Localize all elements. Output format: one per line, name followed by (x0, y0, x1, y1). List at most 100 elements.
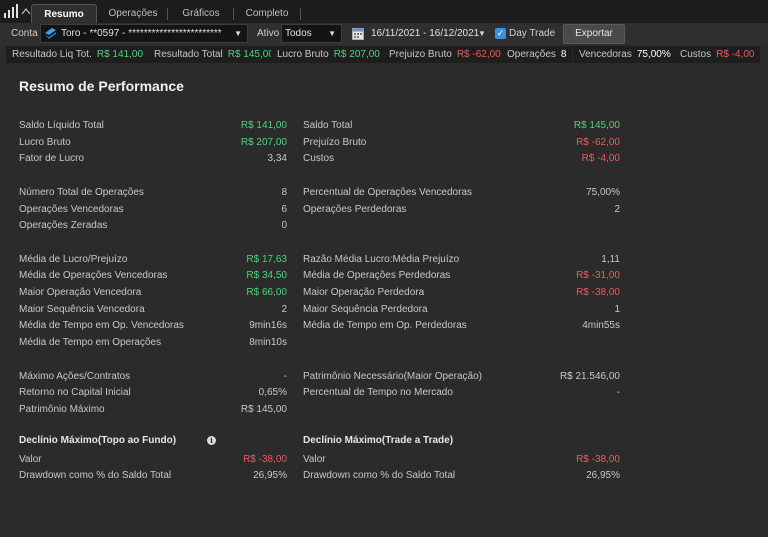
metric-value: - (616, 387, 620, 398)
metric-value: 26,95% (586, 470, 620, 481)
page-title: Resumo de Performance (19, 78, 184, 94)
metric-value: 1,11 (601, 254, 620, 265)
conta-value: Toro - **0597 - ************************ (61, 28, 222, 39)
metric-row: Máximo Ações/Contratos - (19, 370, 287, 384)
date-range[interactable]: 16/11/2021 - 16/12/2021 (371, 28, 479, 39)
metric-value: R$ -38,00 (576, 454, 620, 465)
metric-row: Saldo Total R$ 145,00 (303, 119, 620, 133)
metric-label: Maior Sequência Vencedora (19, 304, 145, 315)
metric-row: Prejuízo Bruto R$ -62,00 (303, 136, 620, 150)
metric-value: R$ 66,00 (246, 287, 287, 298)
metric-label: Retorno no Capital Inicial (19, 387, 131, 398)
metric-value: R$ -62,00 (576, 137, 620, 148)
performance-summary-panel: Resumo de Performance Saldo Líquido Tota… (0, 64, 768, 537)
metric-value: 0 (281, 220, 287, 231)
metric-label: Operações Vencedoras (19, 204, 124, 215)
metric-label: Maior Operação Perdedora (303, 287, 425, 298)
chevron-down-icon: ▼ (234, 29, 242, 38)
metric-row: Patrimônio Máximo R$ 145,00 (19, 403, 287, 417)
metric-value: R$ 17,63 (246, 254, 287, 265)
metric-value: R$ 145,00 (573, 120, 620, 131)
ativo-label: Ativo (257, 28, 280, 39)
metric-value: R$ 141,00 (240, 120, 287, 131)
metric-row: Média de Tempo em Op. Perdedoras 4min55s (303, 319, 620, 333)
tab-operacoes[interactable]: Operações (100, 4, 166, 23)
metric-row: Percentual de Operações Vencedoras 75,00% (303, 186, 620, 200)
metric-value: R$ -38,00 (576, 287, 620, 298)
section-title: Declínio Máximo(Trade a Trade) (303, 435, 454, 446)
metric-row: Drawdown como % do Saldo Total 26,95% (19, 469, 287, 483)
metric-label: Custos (303, 153, 335, 164)
metric-value: 26,95% (253, 470, 287, 481)
metric-value: 4min55s (582, 320, 620, 331)
section-title: Declínio Máximo(Topo ao Fundo) (19, 435, 177, 446)
metric-label: Média de Operações Perdedoras (303, 270, 451, 281)
metric-row: Operações Vencedoras 6 (19, 203, 287, 217)
metric-label: Patrimônio Máximo (19, 404, 105, 415)
metric-label: Média de Operações Vencedoras (19, 270, 168, 281)
metric-label: Máximo Ações/Contratos (19, 371, 131, 382)
summary-label: Custos (680, 49, 712, 60)
metric-label: Número Total de Operações (19, 187, 144, 198)
chevron-down-icon: ▼ (328, 29, 336, 38)
summary-value: R$ -4,00 (716, 49, 755, 60)
metric-row: Razão Média Lucro:Média Prejuízo 1,11 (303, 253, 620, 267)
metric-label: Média de Tempo em Op. Vencedoras (19, 320, 184, 331)
metric-row: Média de Tempo em Op. Vencedoras 9min16s (19, 319, 287, 333)
metric-row: Saldo Líquido Total R$ 141,00 (19, 119, 287, 133)
metric-value: 8 (281, 187, 287, 198)
metric-label: Lucro Bruto (19, 137, 71, 148)
summary-pill: Lucro Bruto R$ 207,00 (271, 46, 386, 63)
tab-resumo[interactable]: Resumo (31, 4, 97, 23)
summary-value: R$ 145,00 (227, 49, 274, 60)
summary-bar: Resultado Liq Tot. R$ 141,00 Resultado Tot… (0, 45, 768, 64)
bar-chart-logo-icon[interactable] (3, 4, 33, 19)
summary-label: Vencedoras (579, 49, 632, 60)
metric-label: Maior Operação Vencedora (19, 287, 142, 298)
broker-logo-icon (45, 28, 56, 39)
metric-row: Maior Sequência Vencedora 2 (19, 303, 287, 317)
metric-value: 2 (281, 304, 287, 315)
metric-row: Fator de Lucro 3,34 (19, 152, 287, 166)
summary-value: R$ 141,00 (96, 49, 144, 60)
tab-graficos[interactable]: Gráficos (168, 4, 234, 23)
metric-row: Média de Operações Perdedoras R$ -31,00 (303, 269, 620, 283)
metric-value: 6 (281, 204, 287, 215)
metric-value: R$ 145,00 (240, 404, 287, 415)
export-button[interactable]: Exportar (563, 24, 625, 44)
metric-row: Maior Sequência Perdedora 1 (303, 303, 620, 317)
metric-value: 0,65% (258, 387, 287, 398)
metric-value: 8min10s (249, 337, 287, 348)
metric-label: Valor (19, 454, 42, 465)
metric-row: Número Total de Operações 8 (19, 186, 287, 200)
info-icon[interactable]: i (207, 436, 216, 445)
summary-pill: Vencedoras 75,00% (573, 46, 677, 63)
metric-value: 2 (614, 204, 620, 215)
metric-label: Maior Sequência Perdedora (303, 304, 428, 315)
tab-separator (300, 8, 301, 20)
metric-row: Drawdown como % do Saldo Total 26,95% (303, 469, 620, 483)
metric-label: Operações Perdedoras (303, 204, 407, 215)
metric-row: Valor R$ -38,00 (303, 453, 620, 467)
metric-row: Operações Zeradas 0 (19, 219, 287, 233)
metric-label: Patrimônio Necessário(Maior Operação) (303, 371, 482, 382)
metric-label: Valor (303, 454, 326, 465)
metric-value: - (283, 371, 287, 382)
summary-value: 8 (560, 49, 567, 60)
metric-value: R$ 34,50 (246, 270, 287, 281)
day-trade-checkbox[interactable]: ✓ (495, 28, 506, 39)
metric-label: Saldo Total (303, 120, 353, 131)
metric-row: Média de Tempo em Operações 8min10s (19, 336, 287, 350)
metric-label: Drawdown como % do Saldo Total (19, 470, 172, 481)
chevron-down-icon[interactable]: ▼ (478, 29, 486, 38)
calendar-icon[interactable] (352, 27, 364, 40)
metric-value: R$ -38,00 (243, 454, 287, 465)
ativo-select[interactable]: Todos ▼ (281, 24, 342, 43)
metric-label: Média de Tempo em Op. Perdedoras (303, 320, 467, 331)
conta-select[interactable]: Toro - **0597 - ************************… (40, 24, 248, 43)
summary-label: Operações (507, 49, 556, 60)
metric-value: R$ 21.546,00 (559, 371, 620, 382)
summary-pill: Operações 8 (501, 46, 573, 63)
metric-row: Média de Lucro/Prejuízo R$ 17,63 (19, 253, 287, 267)
tab-completo[interactable]: Completo (234, 4, 300, 23)
